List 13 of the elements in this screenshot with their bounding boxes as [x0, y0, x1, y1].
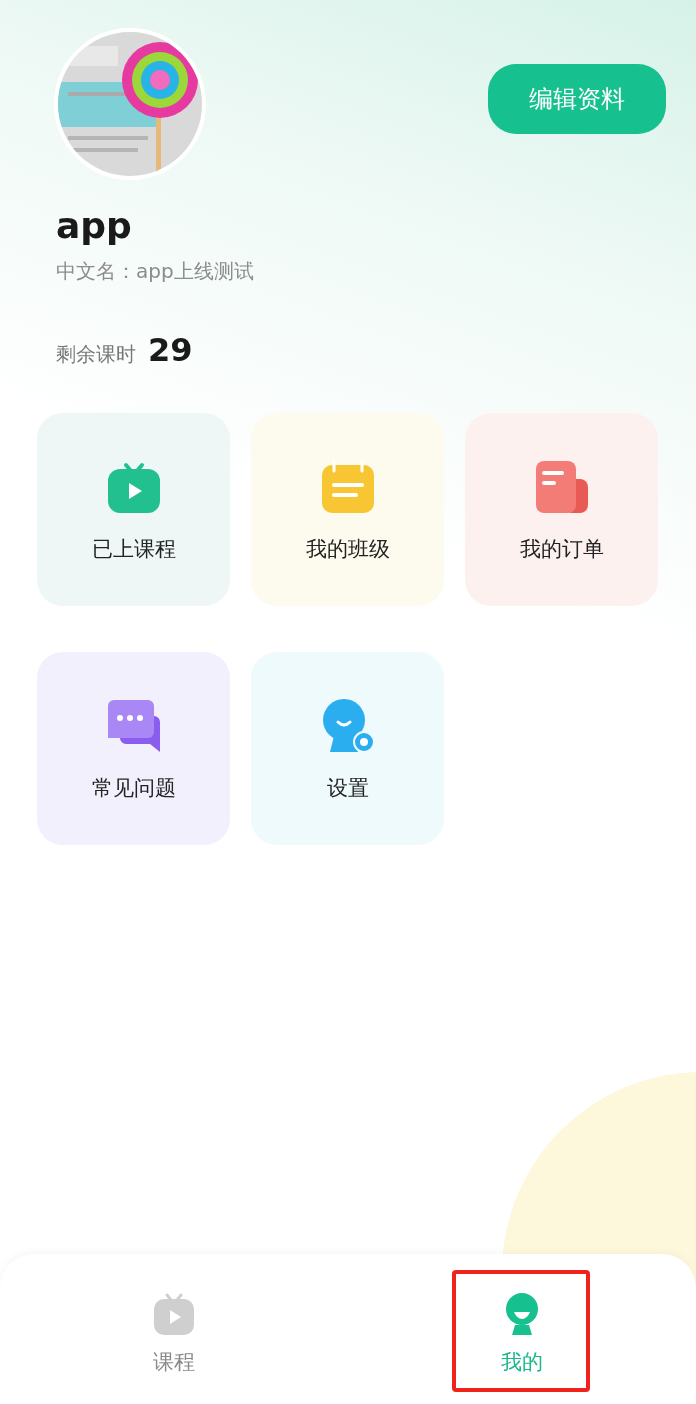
- chinese-name: 中文名：app上线测试: [56, 258, 254, 285]
- menu-card[interactable]: 已上课程: [37, 413, 230, 606]
- menu-card[interactable]: 我的班级: [251, 413, 444, 606]
- remaining-hours-label: 剩余课时: [56, 341, 136, 368]
- user-name: app: [56, 204, 133, 248]
- chat-icon: [105, 698, 162, 754]
- menu-card[interactable]: 我的订单: [465, 413, 658, 606]
- remaining-hours-value: 29: [148, 331, 193, 369]
- menu-card[interactable]: 设置: [251, 652, 444, 845]
- notepad-icon: [319, 459, 376, 515]
- menu-card[interactable]: 常见问题: [37, 652, 230, 845]
- document-icon: [533, 459, 590, 515]
- tv-icon: [152, 1292, 196, 1336]
